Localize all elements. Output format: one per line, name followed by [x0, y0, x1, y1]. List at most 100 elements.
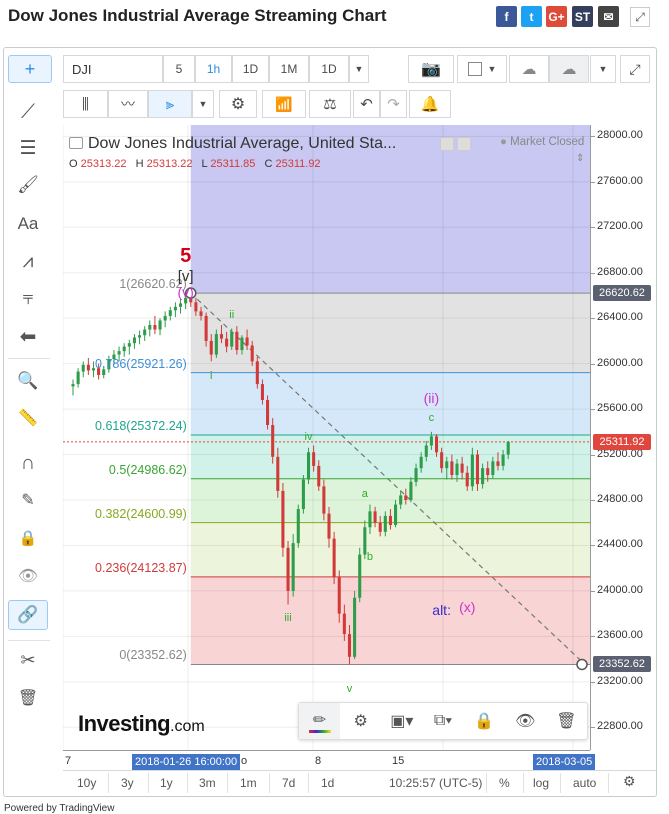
eye-icon[interactable]: 👁 [505, 703, 546, 739]
candle-body [132, 337, 136, 344]
percent-toggle[interactable]: % [499, 776, 510, 790]
balance-icon[interactable]: ⚖ [309, 90, 351, 118]
range-7d[interactable]: 7d [282, 776, 295, 790]
text-tool-icon[interactable]: Aa [8, 209, 48, 239]
gear-icon[interactable]: ⚙ [340, 703, 381, 739]
x-tick: o [241, 755, 248, 767]
candle-body [388, 515, 392, 525]
cloud-save-icon[interactable]: ☁ [549, 55, 589, 83]
drawing-float-toolbar: ✏ ⚙ ▣▾ ⧉▾ 🔒 👁 🗑 [298, 702, 588, 740]
horizontal-lines-icon[interactable]: ☰ [8, 133, 48, 163]
trash-icon[interactable]: 🗑 [8, 683, 48, 713]
indicators-icon[interactable]: 📶 [262, 90, 306, 118]
timeframe-1m[interactable]: 1M [269, 55, 309, 83]
chart-plot-area[interactable]: 1(26620.62) 0.786(25921.26) 0.618(25372.24… [63, 125, 590, 750]
candle-body [138, 335, 142, 338]
candle-body [214, 334, 218, 355]
chart-style-button[interactable]: ▼ [457, 55, 507, 83]
range-1m[interactable]: 1m [240, 776, 257, 790]
timeframe-1d-second[interactable]: 1D [309, 55, 349, 83]
candle-body [306, 452, 311, 480]
range-separator [269, 773, 270, 793]
eraser-stack-icon[interactable]: ✎ [8, 485, 48, 515]
candle-body [178, 303, 183, 307]
arrow-left-icon[interactable]: ⬅ [8, 321, 48, 351]
clone-icon[interactable]: ⧉▾ [422, 703, 463, 739]
lock-icon[interactable]: 🔒 [8, 523, 48, 553]
price-axis[interactable]: 22800.00 23200.00 23600.00 24000.00 24400.00… [590, 125, 656, 750]
candles-style-icon[interactable]: ⫼ [63, 90, 108, 118]
legend-close-icon[interactable] [457, 137, 471, 151]
cloud-load-icon[interactable]: ☁ [509, 55, 549, 83]
y-tick-label: 26000.00 [597, 356, 643, 369]
fib-zone [190, 293, 590, 373]
stocktwits-share-button[interactable]: ST [572, 6, 593, 27]
candle-body [440, 452, 444, 469]
timeframe-1d[interactable]: 1D [232, 55, 269, 83]
x-end-tag: 2018-03-05 [533, 754, 596, 770]
toolbar-divider [8, 358, 50, 359]
camera-icon[interactable]: 📷 [408, 55, 454, 83]
chart-type-dropdown-button[interactable]: ▼ [192, 90, 214, 118]
legend-settings-icon[interactable] [440, 137, 454, 151]
candle-body [491, 461, 495, 475]
bars-style-icon[interactable]: ⫸ [148, 90, 192, 118]
redo-icon[interactable]: ↷ [380, 90, 407, 118]
save-dropdown-button[interactable]: ▼ [590, 55, 616, 83]
wave-label: iii [284, 611, 292, 624]
range-3y[interactable]: 3y [121, 776, 134, 790]
wave-label: (x) [459, 598, 476, 615]
facebook-share-button[interactable]: f [496, 6, 517, 27]
measure-tool-icon[interactable]: ⫧ [8, 284, 48, 314]
y-tick-mark [591, 227, 595, 229]
timeframe-1h[interactable]: 1h [195, 55, 232, 83]
lock-icon[interactable]: 🔒 [464, 703, 505, 739]
twitter-share-button[interactable]: t [521, 6, 542, 27]
symbol-input[interactable]: DJI [63, 55, 163, 83]
fib-zone [190, 372, 590, 435]
pencil-icon[interactable]: ✏ [299, 703, 341, 739]
time-axis[interactable]: 7 2018-01-26 16:00:00 o 8 15 2018-03-05 [63, 750, 596, 770]
wave-label: a [361, 487, 368, 500]
y-tick-label: 28000.00 [597, 129, 643, 142]
timeframe-dropdown-button[interactable]: ▼ [349, 55, 369, 83]
fib-level-label: 0.5(24986.62) [108, 462, 187, 477]
candle-body [424, 445, 428, 457]
range-10y[interactable]: 10y [77, 776, 96, 790]
tools-icon[interactable]: ✂ [8, 645, 48, 675]
google-plus-share-button[interactable]: G+ [546, 6, 567, 27]
ohlc-low: 25311.85 [210, 158, 256, 170]
interval-input[interactable]: 5 [163, 55, 195, 83]
ruler-icon[interactable]: 📏 [8, 403, 48, 433]
range-1d[interactable]: 1d [321, 776, 334, 790]
pattern-tool-icon[interactable]: ⩘ [8, 247, 48, 277]
fullscreen-icon[interactable]: ⤢ [630, 7, 650, 27]
trash-icon[interactable]: 🗑 [546, 703, 587, 739]
settings-gear-icon[interactable]: ⚙ [219, 90, 257, 118]
undo-icon[interactable]: ↶ [353, 90, 380, 118]
candle-body [240, 337, 244, 350]
compare-icon[interactable]: 〰 [108, 90, 148, 118]
link-icon[interactable]: 🔗 [8, 600, 48, 630]
legend-collapse-icon[interactable] [69, 137, 83, 149]
auto-toggle[interactable]: auto [573, 776, 596, 790]
candle-body [455, 463, 459, 475]
trend-line-icon[interactable]: ⟋ [8, 97, 48, 127]
y-tick-mark [591, 363, 595, 365]
axis-settings-gear-icon[interactable]: ⚙ [623, 773, 636, 790]
log-toggle[interactable]: log [533, 776, 549, 790]
y-tick-mark [591, 681, 595, 683]
legend-expand-icon[interactable]: ⇕ [576, 153, 584, 164]
fullscreen-chart-icon[interactable]: ⤢ [620, 55, 650, 83]
crosshair-tool-button[interactable]: + [8, 55, 52, 83]
magnet-icon[interactable]: ∩ [8, 448, 48, 478]
email-share-button[interactable]: ✉ [598, 6, 619, 27]
candle-body [368, 511, 372, 528]
range-1y[interactable]: 1y [160, 776, 173, 790]
alert-bell-icon[interactable]: 🔔 [409, 90, 451, 118]
template-icon[interactable]: ▣▾ [381, 703, 422, 739]
range-3m[interactable]: 3m [199, 776, 216, 790]
zoom-icon[interactable]: 🔍 [8, 366, 48, 396]
hide-eye-icon[interactable]: 👁 [8, 561, 48, 591]
brush-icon[interactable]: 🖌 [8, 170, 48, 200]
